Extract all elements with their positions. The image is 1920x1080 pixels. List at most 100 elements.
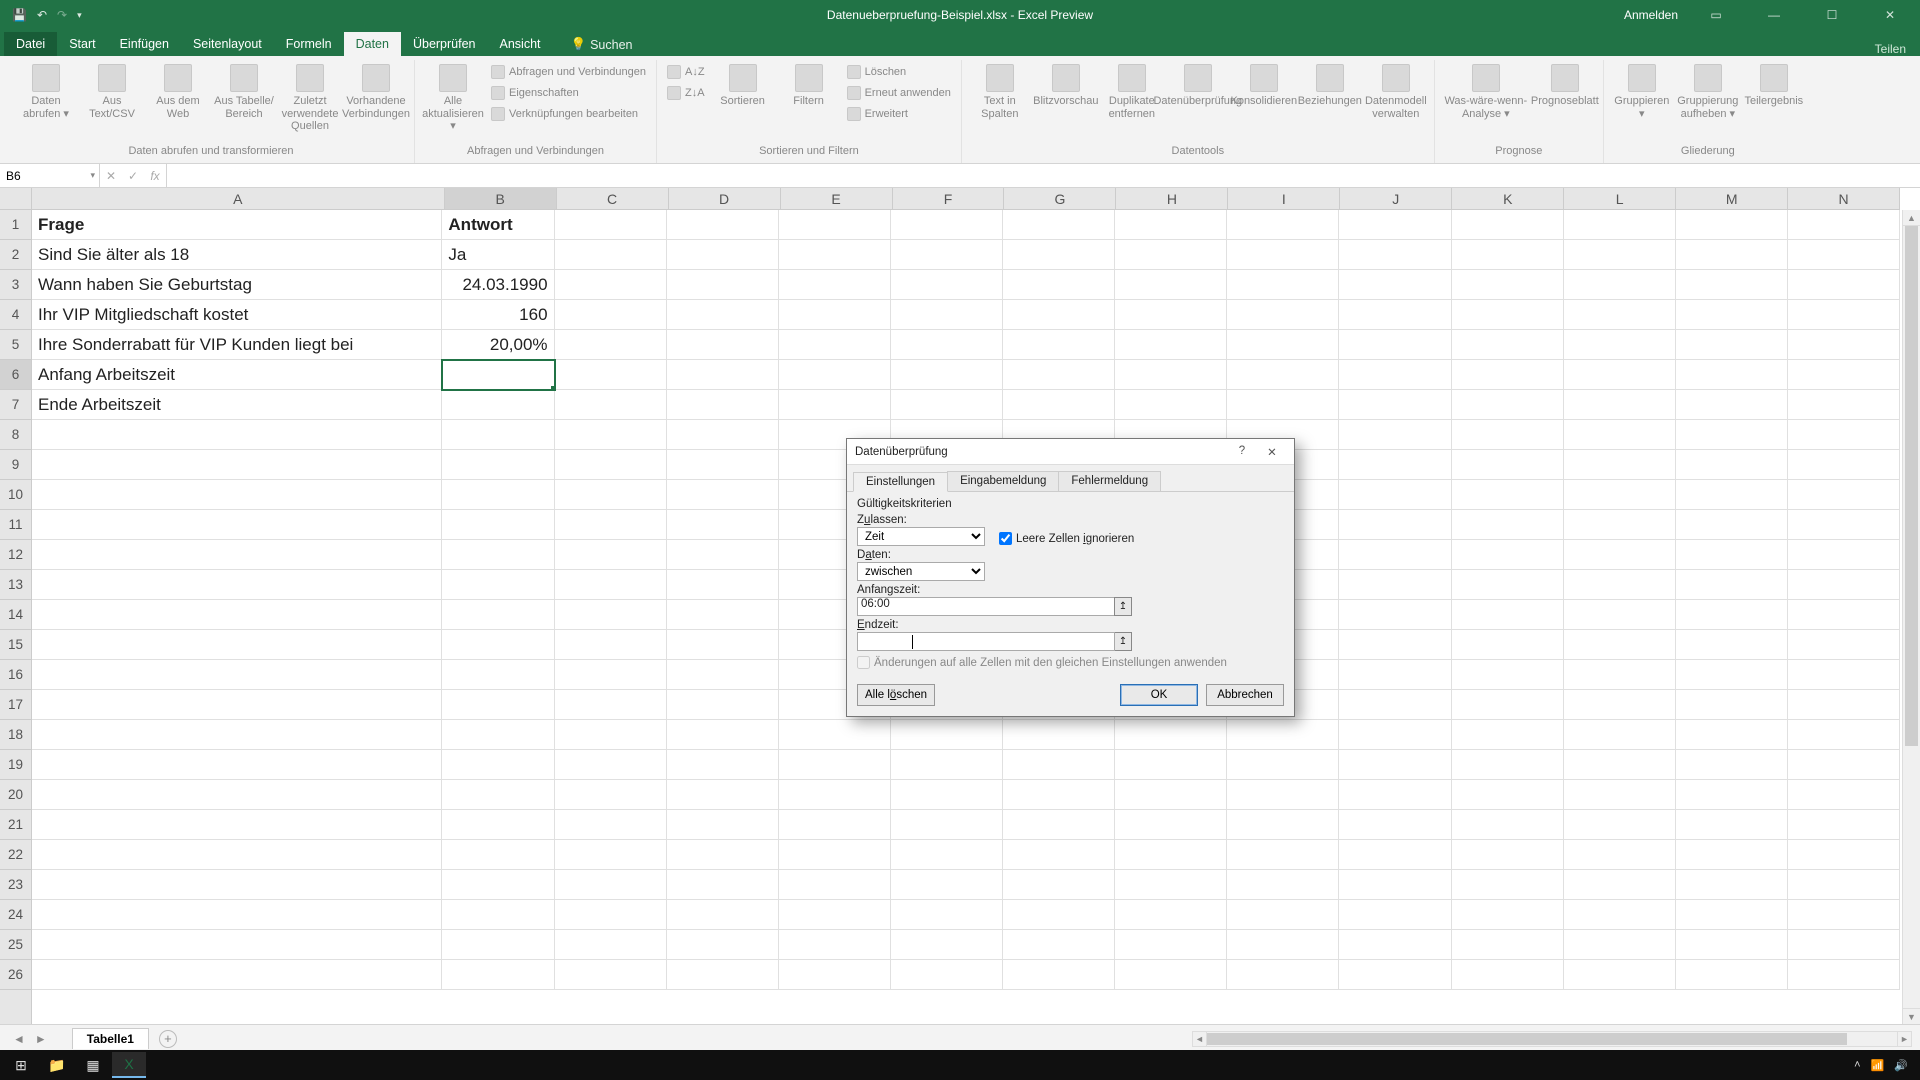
cell[interactable]	[667, 750, 779, 780]
row-header[interactable]: 12	[0, 540, 31, 570]
cell[interactable]	[1227, 810, 1339, 840]
cell[interactable]	[555, 600, 667, 630]
row-header[interactable]: 25	[0, 930, 31, 960]
cell[interactable]	[667, 390, 779, 420]
properties-button[interactable]: Eigenschaften	[487, 83, 650, 103]
cell[interactable]	[555, 840, 667, 870]
recent-sources-button[interactable]: Zuletzt verwendete Quellen	[278, 62, 342, 135]
start-time-input[interactable]: 06:00	[857, 597, 1115, 616]
cell[interactable]	[1564, 480, 1676, 510]
cell[interactable]	[1227, 930, 1339, 960]
cell[interactable]	[442, 750, 554, 780]
cell[interactable]	[1676, 390, 1788, 420]
redo-icon[interactable]: ↷	[57, 8, 67, 22]
tab-layout[interactable]: Seitenlayout	[181, 32, 274, 56]
cell[interactable]	[779, 390, 891, 420]
cell[interactable]	[1003, 390, 1115, 420]
relationships-button[interactable]: Beziehungen	[1298, 62, 1362, 110]
cell[interactable]	[1788, 780, 1900, 810]
cell[interactable]	[1564, 660, 1676, 690]
cell[interactable]	[442, 480, 554, 510]
tab-review[interactable]: Überprüfen	[401, 32, 488, 56]
cell[interactable]	[442, 600, 554, 630]
cell[interactable]	[32, 810, 442, 840]
cell[interactable]	[1788, 450, 1900, 480]
row-header[interactable]: 14	[0, 600, 31, 630]
cell[interactable]	[1452, 630, 1564, 660]
filter-button[interactable]: Filtern	[777, 62, 841, 110]
cell[interactable]	[891, 270, 1003, 300]
cell[interactable]	[779, 720, 891, 750]
cell[interactable]	[1452, 210, 1564, 240]
cell[interactable]	[1676, 750, 1788, 780]
cell[interactable]	[32, 690, 442, 720]
cell[interactable]	[555, 450, 667, 480]
cell[interactable]	[1452, 720, 1564, 750]
sort-asc-button[interactable]: A↓Z	[663, 62, 709, 82]
cell[interactable]	[1115, 900, 1227, 930]
cell[interactable]	[1676, 720, 1788, 750]
row-header[interactable]: 17	[0, 690, 31, 720]
cell[interactable]: Ja	[442, 240, 554, 270]
cell[interactable]	[32, 750, 442, 780]
cell[interactable]	[1003, 840, 1115, 870]
cell[interactable]	[555, 420, 667, 450]
cell[interactable]	[891, 810, 1003, 840]
cell[interactable]	[1339, 210, 1451, 240]
cell[interactable]	[1227, 840, 1339, 870]
cell[interactable]	[667, 210, 779, 240]
cell[interactable]	[1676, 660, 1788, 690]
row-header[interactable]: 9	[0, 450, 31, 480]
signin-link[interactable]: Anmelden	[1624, 8, 1678, 22]
cell[interactable]	[1676, 570, 1788, 600]
cell[interactable]	[555, 240, 667, 270]
cell[interactable]	[1788, 630, 1900, 660]
cell[interactable]	[1452, 480, 1564, 510]
cell[interactable]	[1788, 510, 1900, 540]
cell[interactable]	[1564, 210, 1676, 240]
cell[interactable]	[891, 930, 1003, 960]
close-icon[interactable]: ✕	[1870, 8, 1910, 22]
cell[interactable]	[1227, 240, 1339, 270]
row-header[interactable]: 19	[0, 750, 31, 780]
cell[interactable]	[1676, 510, 1788, 540]
hscroll-thumb[interactable]	[1207, 1033, 1847, 1045]
cell[interactable]	[1115, 390, 1227, 420]
cell[interactable]	[1339, 240, 1451, 270]
cell[interactable]	[1452, 960, 1564, 990]
cell[interactable]	[891, 360, 1003, 390]
cell[interactable]	[1788, 240, 1900, 270]
cell[interactable]	[667, 240, 779, 270]
refresh-all-button[interactable]: Alle aktualisieren ▾	[421, 62, 485, 135]
cell[interactable]	[1788, 420, 1900, 450]
cell[interactable]	[555, 210, 667, 240]
from-web-button[interactable]: Aus dem Web	[146, 62, 210, 122]
cell[interactable]	[779, 870, 891, 900]
scroll-down-icon[interactable]: ▼	[1903, 1008, 1920, 1024]
cell[interactable]	[1564, 630, 1676, 660]
cell[interactable]	[555, 390, 667, 420]
cell[interactable]	[779, 930, 891, 960]
cell[interactable]	[442, 690, 554, 720]
cell[interactable]	[667, 480, 779, 510]
cell[interactable]	[1003, 780, 1115, 810]
fx-icon[interactable]: fx	[144, 169, 166, 183]
cell[interactable]	[779, 840, 891, 870]
cell[interactable]	[1227, 870, 1339, 900]
cell[interactable]	[1564, 690, 1676, 720]
cell[interactable]	[1452, 270, 1564, 300]
cell[interactable]	[32, 960, 442, 990]
cell[interactable]	[667, 690, 779, 720]
cell[interactable]	[1788, 300, 1900, 330]
cell[interactable]	[1339, 360, 1451, 390]
dialog-help-icon[interactable]: ?	[1228, 445, 1256, 459]
row-header[interactable]: 21	[0, 810, 31, 840]
edit-links-button[interactable]: Verknüpfungen bearbeiten	[487, 104, 650, 124]
cell[interactable]	[779, 780, 891, 810]
clear-all-button[interactable]: Alle löschen	[857, 684, 935, 706]
ungroup-button[interactable]: Gruppierung aufheben ▾	[1676, 62, 1740, 122]
cell[interactable]	[1452, 390, 1564, 420]
flash-fill-button[interactable]: Blitzvorschau	[1034, 62, 1098, 110]
cell[interactable]: Wann haben Sie Geburtstag	[32, 270, 442, 300]
cell[interactable]	[891, 720, 1003, 750]
